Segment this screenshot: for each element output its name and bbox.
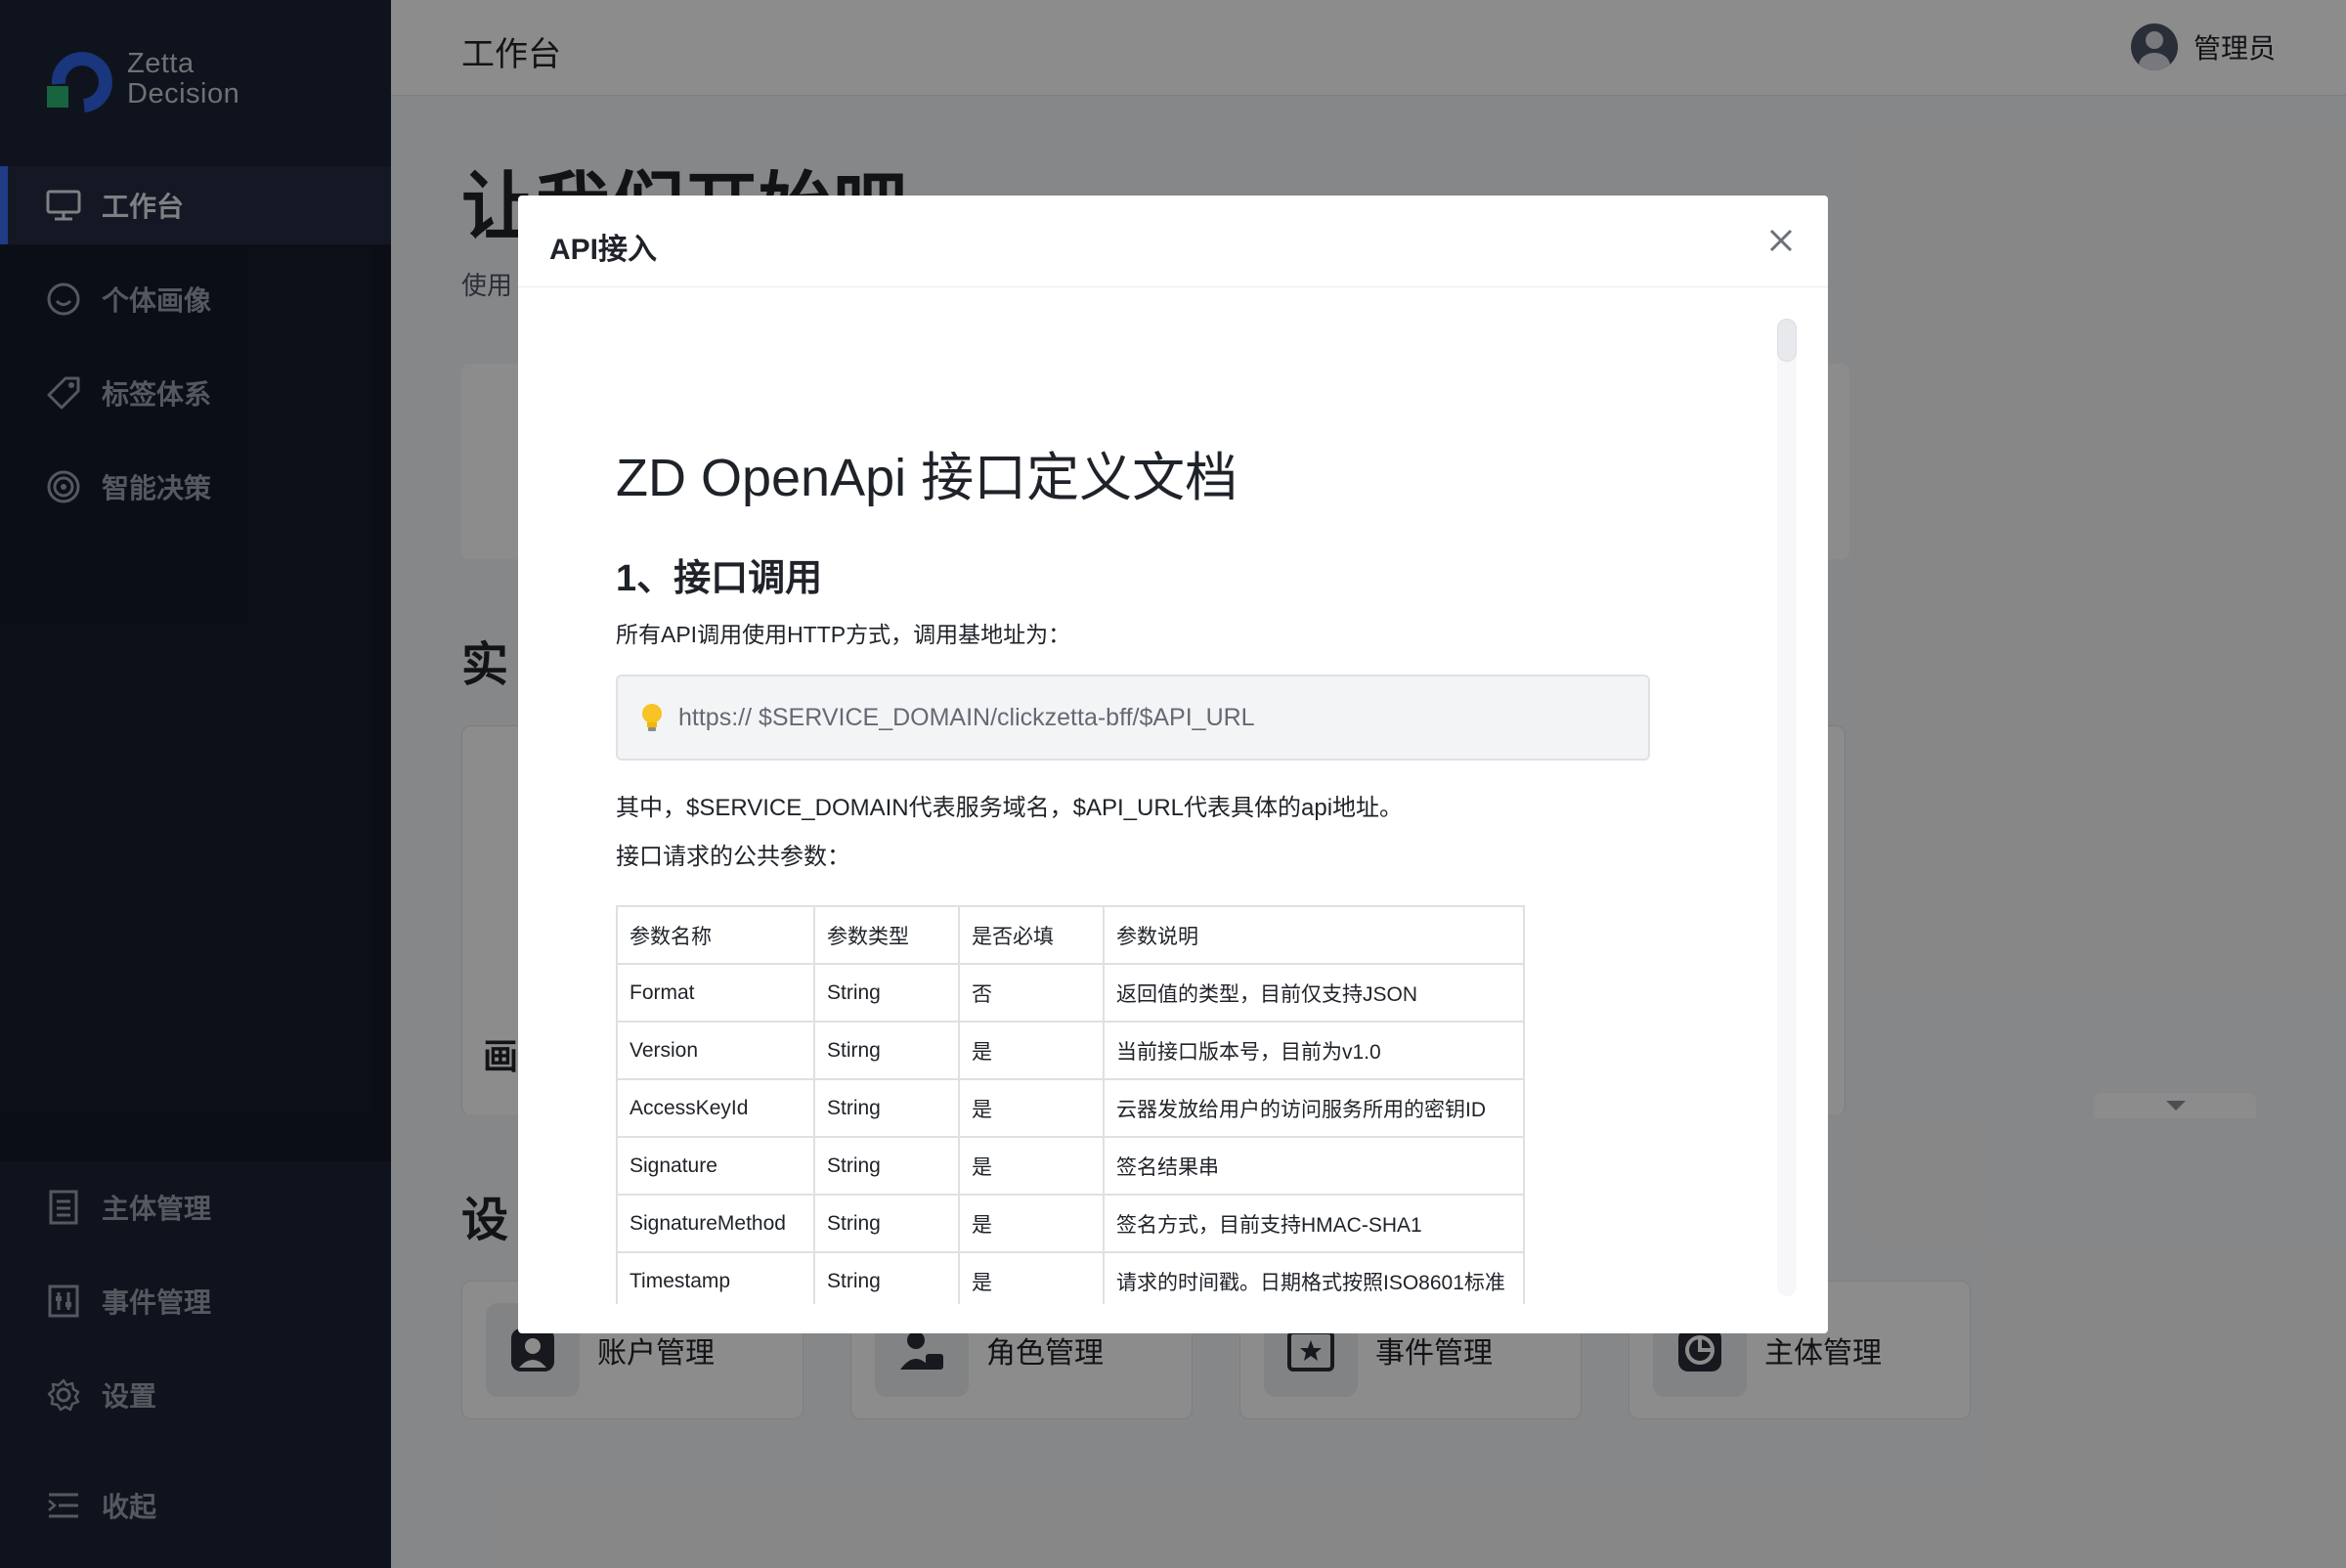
doc-title: ZD OpenApi 接口定义文档 [616, 449, 1238, 507]
table-cell: String [813, 963, 960, 1023]
table-cell: 签名方式，目前支持HMAC-SHA1 [1103, 1194, 1525, 1253]
table-cell: Stirng [813, 1021, 960, 1080]
lightbulb-icon [641, 703, 663, 732]
table-cell: 是 [958, 1251, 1105, 1304]
table-cell: Format [616, 963, 815, 1023]
table-cell: 是 [958, 1078, 1105, 1138]
close-icon[interactable] [1763, 223, 1799, 258]
table-header-row: 参数名称 参数类型 是否必填 参数说明 [616, 905, 1525, 965]
table-cell: 当前接口版本号，目前为v1.0 [1103, 1021, 1525, 1080]
table-cell: 是 [958, 1021, 1105, 1080]
doc-explain: 其中，$SERVICE_DOMAIN代表服务域名，$API_URL代表具体的ap… [616, 795, 1404, 821]
table-cell: 返回值的类型，目前仅支持JSON [1103, 963, 1525, 1023]
table-cell: Version [616, 1021, 815, 1080]
table-cell: Timestamp [616, 1251, 815, 1304]
modal-title: API接入 [549, 234, 658, 266]
params-table: 参数名称 参数类型 是否必填 参数说明 Format String 否 返回值的… [616, 905, 1525, 1304]
table-header-cell: 是否必填 [958, 905, 1105, 965]
table-cell: 是 [958, 1194, 1105, 1253]
table-cell: AccessKeyId [616, 1078, 815, 1138]
doc-intro: 所有API调用使用HTTP方式，调用基地址为： [616, 622, 1071, 647]
table-header-cell: 参数说明 [1103, 905, 1525, 965]
api-modal: API接入 ZD OpenApi 接口定义文档 1、接口调用 所有API调用使用… [518, 196, 1828, 1333]
table-row: SignatureMethod String 是 签名方式，目前支持HMAC-S… [616, 1194, 1525, 1253]
modal-header: API接入 [518, 196, 1828, 287]
base-url-text: https:// $SERVICE_DOMAIN/clickzetta-bff/… [678, 703, 1255, 731]
table-row: Signature String 是 签名结果串 [616, 1136, 1525, 1196]
modal-body: ZD OpenApi 接口定义文档 1、接口调用 所有API调用使用HTTP方式… [518, 287, 1828, 1304]
table-cell: 请求的时间戳。日期格式按照ISO8601标准 [1103, 1251, 1525, 1304]
table-cell: SignatureMethod [616, 1194, 815, 1253]
doc-params-intro: 接口请求的公共参数： [616, 844, 850, 870]
table-cell: 签名结果串 [1103, 1136, 1525, 1196]
table-cell: Signature [616, 1136, 815, 1196]
table-header-cell: 参数类型 [813, 905, 960, 965]
scroll-thumb[interactable] [1777, 319, 1797, 362]
table-row: AccessKeyId String 是 云器发放给用户的访问服务所用的密钥ID [616, 1078, 1525, 1138]
table-cell: String [813, 1194, 960, 1253]
table-cell: 否 [958, 963, 1105, 1023]
doc-section-heading: 1、接口调用 [616, 558, 823, 599]
table-cell: String [813, 1251, 960, 1304]
table-cell: String [813, 1078, 960, 1138]
table-row: Format String 否 返回值的类型，目前仅支持JSON [616, 963, 1525, 1023]
table-cell: 是 [958, 1136, 1105, 1196]
base-url-callout: https:// $SERVICE_DOMAIN/clickzetta-bff/… [616, 675, 1650, 761]
table-cell: String [813, 1136, 960, 1196]
table-cell: 云器发放给用户的访问服务所用的密钥ID [1103, 1078, 1525, 1138]
table-row: Version Stirng 是 当前接口版本号，目前为v1.0 [616, 1021, 1525, 1080]
modal-scrollbar[interactable] [1777, 319, 1797, 1296]
table-row: Timestamp String 是 请求的时间戳。日期格式按照ISO8601标… [616, 1251, 1525, 1304]
table-header-cell: 参数名称 [616, 905, 815, 965]
